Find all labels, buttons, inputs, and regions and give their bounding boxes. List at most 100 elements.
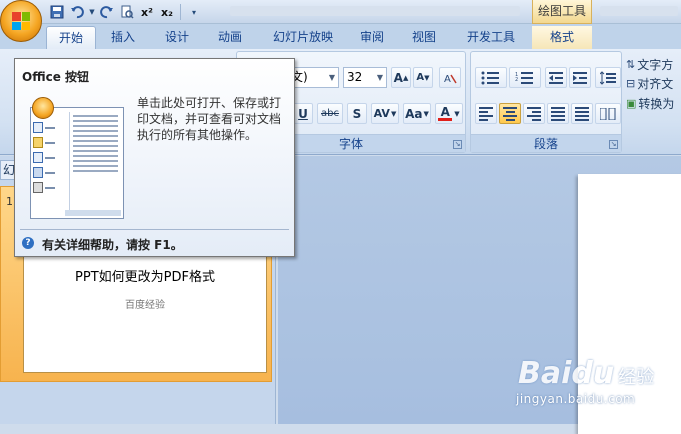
preview-bottom-bar <box>65 210 121 216</box>
align-right-button[interactable] <box>523 103 545 124</box>
dialog-launcher-icon[interactable]: ↘ <box>609 140 618 149</box>
increase-indent-button[interactable] <box>569 67 591 88</box>
columns-icon <box>600 107 616 120</box>
office-button-icon <box>32 97 54 119</box>
font-color-label: A <box>440 105 450 119</box>
tab-insert[interactable]: 插入 <box>100 26 146 49</box>
font-size-value: 32 <box>347 70 363 84</box>
bullets-button[interactable] <box>475 67 507 88</box>
underline-button[interactable]: U <box>293 103 313 124</box>
align-text-icon: ⊟ <box>626 76 636 90</box>
office-logo-icon <box>12 12 30 30</box>
font-color-button[interactable]: A ▼ <box>435 103 463 124</box>
help-icon: ? <box>22 237 34 249</box>
office-button[interactable] <box>0 0 42 42</box>
dialog-launcher-icon[interactable]: ↘ <box>453 140 462 149</box>
clear-formatting-button[interactable]: A <box>439 67 461 88</box>
slide-editing-area: Baidu 经验 jingyan.baidu.com <box>278 156 681 434</box>
align-left-button[interactable] <box>475 103 497 124</box>
preview-recent-docs <box>69 112 121 212</box>
slide-title-text: PPT如何更改为PDF格式 <box>75 270 215 285</box>
ribbon-tabs: 开始 插入 设计 动画 幻灯片放映 审阅 视图 开发工具 格式 <box>0 24 681 49</box>
window-controls <box>600 6 678 16</box>
convert-smartart-label: 转换为 <box>638 96 675 111</box>
customize-qat-icon[interactable]: ▾ <box>185 3 203 21</box>
change-case-label: Aa <box>405 106 423 121</box>
tab-animations[interactable]: 动画 <box>206 26 254 49</box>
align-text-label: 对齐文 <box>637 76 674 91</box>
tab-view[interactable]: 视图 <box>402 26 446 49</box>
paragraph-group-label: 段落 <box>471 134 621 152</box>
paragraph-group: 12 段落 ↘ <box>470 51 622 153</box>
redo-icon[interactable] <box>98 3 116 21</box>
chevron-down-icon: ▼ <box>328 73 335 82</box>
text-direction-icon: ⇅ <box>626 57 636 71</box>
numbering-button[interactable]: 12 <box>509 67 541 88</box>
tooltip-title: Office 按钮 <box>22 70 90 84</box>
tab-home[interactable]: 开始 <box>46 26 96 49</box>
change-case-button[interactable]: Aa ▼ <box>403 103 431 124</box>
tooltip-help-text: 有关详细帮助，请按 F1。 <box>42 238 183 252</box>
grow-font-label: A <box>393 70 403 85</box>
align-center-button[interactable] <box>499 103 521 124</box>
office-button-tooltip: Office 按钮 单击此处可打开、保存或打印文档，并可查看可对文档执行的所有其… <box>14 58 295 257</box>
line-spacing-icon <box>600 70 616 85</box>
office-menu-preview-image <box>30 107 124 219</box>
line-spacing-button[interactable] <box>595 67 621 88</box>
shadow-button[interactable]: S <box>347 103 367 124</box>
slide-number: 1 <box>6 195 13 208</box>
grow-font-button[interactable]: A ▲ <box>391 67 411 88</box>
superscript-button[interactable]: x² <box>138 3 156 21</box>
tab-design[interactable]: 设计 <box>154 26 200 49</box>
text-direction-label: 文字方 <box>637 57 674 72</box>
chevron-down-icon[interactable]: ▼ <box>88 3 96 21</box>
svg-text:A: A <box>444 74 451 85</box>
tooltip-divider <box>20 229 289 230</box>
justify-icon <box>551 106 565 121</box>
quick-access-toolbar: ▼ x² x₂ ▾ <box>48 3 203 21</box>
font-size-combo[interactable]: 32 ▼ <box>343 67 387 88</box>
clear-formatting-icon: A <box>444 74 457 85</box>
decrease-indent-button[interactable] <box>545 67 567 88</box>
watermark-logo: Baidu 经验 <box>518 356 654 391</box>
tooltip-description: 单击此处可打开、保存或打印文档，并可查看可对文档执行的所有其他操作。 <box>137 96 282 142</box>
shrink-font-button[interactable]: A ▼ <box>413 67 433 88</box>
preview-menu-items <box>33 120 63 195</box>
text-direction-area: ⇅ 文字方 ⊟ 对齐文 ▣ 转换为 <box>626 55 681 113</box>
drawing-tools-tab[interactable]: 绘图工具 <box>532 0 592 24</box>
tab-slideshow[interactable]: 幻灯片放映 <box>264 26 342 49</box>
char-spacing-button[interactable]: AV ▼ <box>371 103 399 124</box>
bullets-icon <box>481 71 499 84</box>
smartart-icon: ▣ <box>626 96 637 110</box>
convert-smartart-button[interactable]: ▣ 转换为 <box>626 93 681 113</box>
title-bar: ▼ x² x₂ ▾ 绘图工具 <box>0 0 681 24</box>
text-direction-button[interactable]: ⇅ 文字方 <box>626 55 681 73</box>
svg-text:2: 2 <box>515 77 518 83</box>
decrease-indent-icon <box>549 71 563 84</box>
shrink-font-label: A <box>416 72 425 83</box>
distributed-button[interactable] <box>571 103 593 124</box>
subscript-button[interactable]: x₂ <box>158 3 176 21</box>
tab-developer[interactable]: 开发工具 <box>458 26 524 49</box>
slide-subtitle-text: 百度经验 <box>125 300 165 311</box>
tab-review[interactable]: 审阅 <box>350 26 394 49</box>
watermark-brand: Baidu <box>518 356 615 391</box>
chevron-down-icon: ▼ <box>376 73 383 82</box>
numbering-icon: 12 <box>515 71 533 84</box>
save-icon[interactable] <box>48 3 66 21</box>
justify-button[interactable] <box>547 103 569 124</box>
align-text-button[interactable]: ⊟ 对齐文 <box>626 73 681 93</box>
tab-format[interactable]: 格式 <box>532 26 592 49</box>
char-spacing-label: AV <box>373 107 390 120</box>
align-left-icon <box>479 106 493 121</box>
watermark-url: jingyan.baidu.com <box>516 392 636 406</box>
columns-button[interactable] <box>595 103 621 124</box>
distributed-icon <box>575 106 589 121</box>
align-right-icon <box>527 106 541 121</box>
qat-separator <box>180 4 181 20</box>
watermark-brand-cn: 经验 <box>618 367 655 388</box>
align-center-icon <box>503 106 517 121</box>
strikethrough-button[interactable]: abc <box>317 103 343 124</box>
print-preview-icon[interactable] <box>118 3 136 21</box>
undo-icon[interactable] <box>68 3 86 21</box>
